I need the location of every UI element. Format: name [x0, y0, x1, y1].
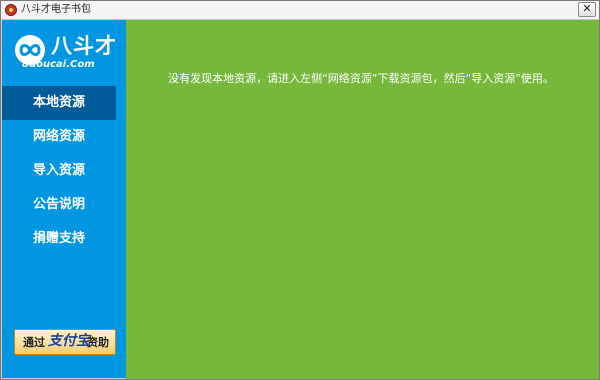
donate-prefix: 通过: [23, 336, 45, 349]
sidebar-item-network-resources[interactable]: 网络资源: [2, 120, 116, 154]
empty-state-message: 没有发现本地资源，请进入左侧“网络资源”下载资源包，然后“导入资源”使用。: [168, 72, 554, 85]
alipay-logo: 支付宝: [48, 333, 90, 349]
sidebar-item-local-resources[interactable]: 本地资源: [2, 86, 116, 120]
app-window: 八斗才电子书包 ✕ 八斗才 8doucai.Com 本地资源 网络资源 导入资源…: [0, 0, 600, 380]
donate-suffix: 资助: [87, 336, 109, 349]
close-button[interactable]: ✕: [578, 2, 596, 17]
content-area: 没有发现本地资源，请进入左侧“网络资源”下载资源包，然后“导入资源”使用。: [126, 20, 599, 379]
sidebar-item-announcements[interactable]: 公告说明: [2, 188, 116, 222]
logo-text: 八斗才: [51, 34, 117, 58]
title-bar: 八斗才电子书包 ✕: [1, 1, 599, 20]
logo: 八斗才 8doucai.Com: [2, 20, 126, 82]
app-icon: [5, 4, 17, 16]
logo-domain: 8doucai.Com: [22, 59, 95, 70]
window-title: 八斗才电子书包: [21, 4, 91, 15]
alipay-donate-button[interactable]: 通过 支付宝 资助: [14, 329, 116, 355]
sidebar-item-donate-support[interactable]: 捐赠支持: [2, 222, 116, 256]
sidebar: 八斗才 8doucai.Com 本地资源 网络资源 导入资源 公告说明 捐赠支持…: [2, 20, 126, 378]
sidebar-item-import-resources[interactable]: 导入资源: [2, 154, 116, 188]
